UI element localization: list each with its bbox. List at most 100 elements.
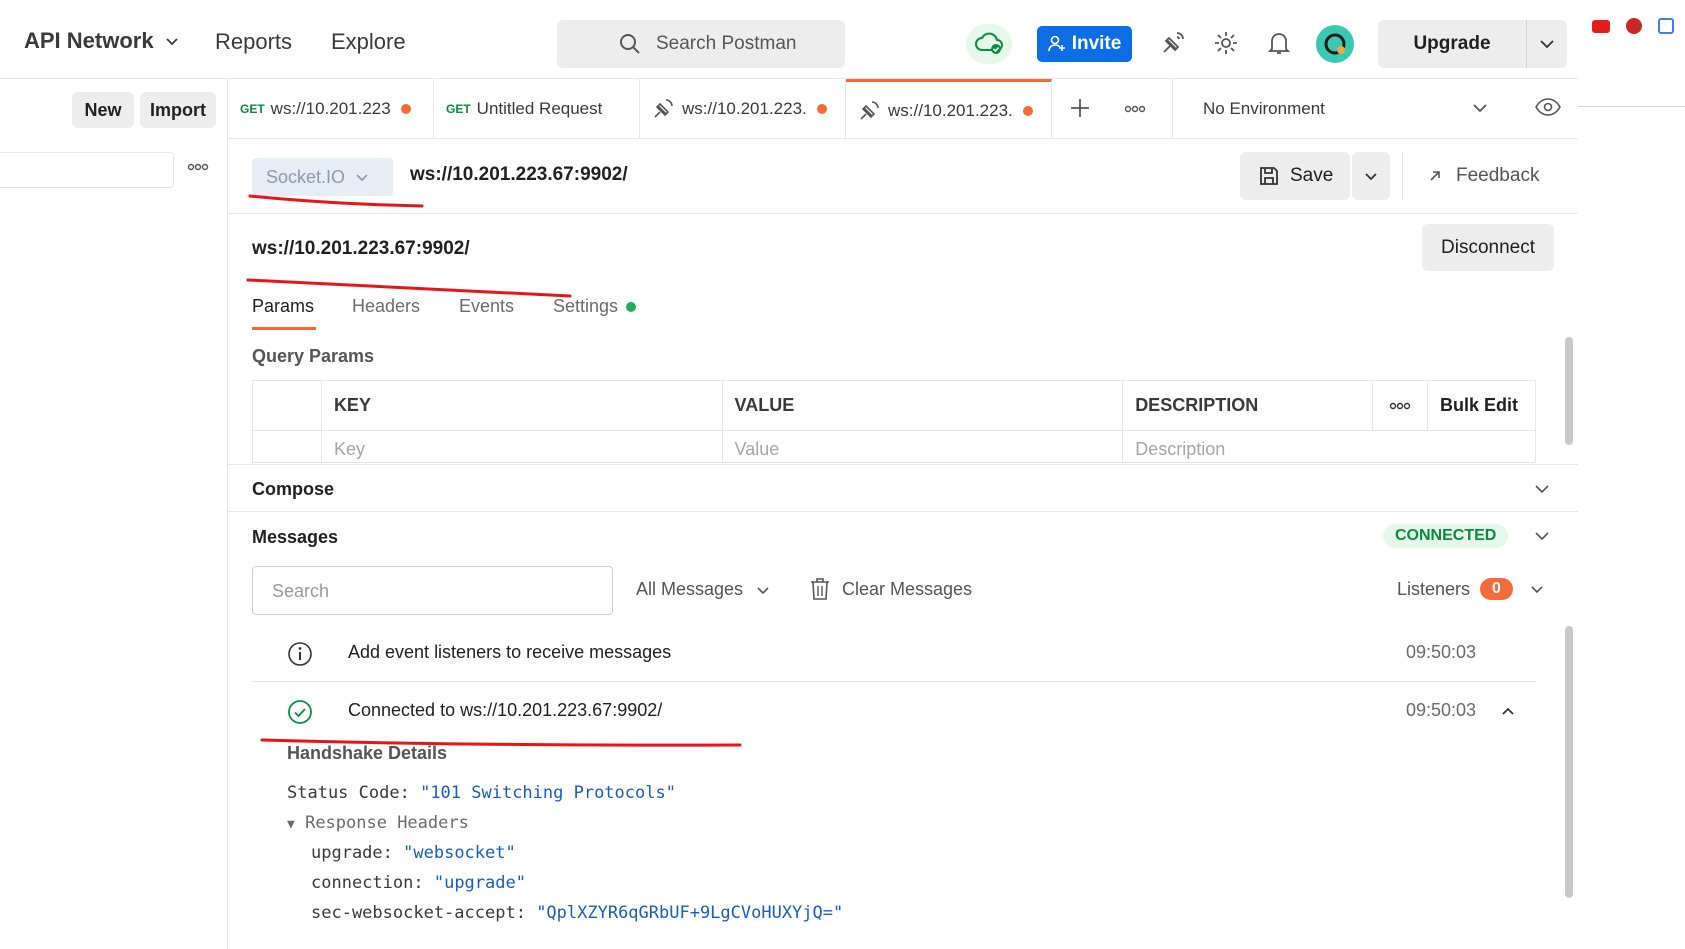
environment-label: No Environment	[1203, 99, 1325, 118]
table-cell	[252, 380, 322, 431]
column-value: VALUE	[721, 380, 1124, 431]
tab-settings[interactable]: Settings	[553, 296, 637, 317]
tab-request-3[interactable]: ws://10.201.223.	[640, 79, 846, 139]
triangle-down-icon: ▼	[287, 817, 295, 832]
check-circle-icon	[287, 699, 313, 725]
search-icon	[619, 33, 641, 55]
scrollbar[interactable]	[1565, 626, 1573, 898]
nav-reports[interactable]: Reports	[215, 29, 292, 55]
tab-events[interactable]: Events	[459, 296, 514, 317]
chevron-down-icon	[755, 582, 771, 598]
header-row: sec-websocket-accept: "QplXZYR6qGRbUF+9L…	[311, 903, 843, 923]
clear-messages-button[interactable]: Clear Messages	[810, 577, 972, 601]
invite-button[interactable]: Invite	[1037, 26, 1132, 62]
import-label: Import	[150, 99, 206, 120]
chevron-down-icon	[1529, 581, 1545, 597]
response-headers-label: Response Headers	[305, 813, 469, 833]
workspace-label: API Network	[24, 28, 154, 53]
plus-icon[interactable]	[1069, 97, 1091, 119]
browser-extension-area	[1578, 0, 1685, 949]
disconnect-button[interactable]: Disconnect	[1422, 224, 1554, 271]
list-item[interactable]: Add event listeners to receive messages …	[252, 624, 1536, 682]
url-input[interactable]: ws://10.201.223.67:9902/	[410, 164, 628, 186]
table-options[interactable]	[1372, 380, 1429, 431]
header-key: sec-websocket-accept:	[311, 903, 526, 923]
invite-label: Invite	[1071, 33, 1122, 54]
environment-selector[interactable]: No Environment	[1173, 79, 1578, 139]
header-value: "websocket"	[403, 843, 516, 863]
tab-request-1[interactable]: GET ws://10.201.223	[228, 79, 434, 139]
youtube-icon[interactable]	[1592, 20, 1610, 33]
import-button[interactable]: Import	[140, 92, 216, 128]
value-input[interactable]: Value	[721, 430, 1124, 463]
status-code-row: Status Code: "101 Switching Protocols"	[287, 783, 676, 803]
trash-icon	[810, 577, 830, 601]
save-label: Save	[1290, 165, 1334, 186]
method-badge: GET	[240, 102, 265, 116]
chevron-down-icon[interactable]	[1533, 480, 1551, 498]
key-input[interactable]: Key	[320, 430, 723, 463]
translate-icon[interactable]	[1658, 18, 1674, 34]
status-code-value: "101 Switching Protocols"	[420, 783, 676, 803]
chevron-up-icon[interactable]	[1500, 703, 1516, 719]
protocol-dropdown[interactable]: Socket.IO	[252, 158, 393, 196]
save-button[interactable]: Save	[1240, 152, 1350, 200]
chevron-down-icon	[1363, 168, 1379, 184]
workspace-menu[interactable]: API Network	[24, 28, 180, 54]
table-header-row: KEY VALUE DESCRIPTION Bulk Edit	[252, 380, 1536, 431]
upgrade-label: Upgrade	[1413, 33, 1491, 54]
more-icon[interactable]	[1124, 105, 1146, 113]
table-cell	[252, 430, 322, 463]
tab-request-2[interactable]: GET Untitled Request	[434, 79, 640, 139]
connection-status-badge: CONNECTED	[1383, 524, 1509, 548]
header-row: upgrade: "websocket"	[311, 843, 516, 863]
nav-explore[interactable]: Explore	[331, 29, 406, 55]
add-user-icon	[1047, 35, 1066, 53]
search-placeholder: Search Postman	[656, 33, 797, 54]
new-label: New	[84, 99, 122, 120]
save-options-button[interactable]	[1352, 152, 1390, 200]
settings-indicator-dot	[626, 301, 637, 312]
new-button[interactable]: New	[72, 92, 134, 128]
eye-icon[interactable]	[1535, 97, 1561, 117]
compose-section[interactable]: Compose	[228, 464, 1578, 512]
tab-label: Untitled Request	[476, 99, 603, 118]
cloud-sync-icon[interactable]	[966, 24, 1012, 64]
gear-icon[interactable]	[1213, 30, 1239, 56]
chevron-down-icon[interactable]	[1538, 35, 1556, 53]
avatar[interactable]	[1316, 25, 1354, 63]
header-key: connection:	[311, 873, 424, 893]
tab-headers[interactable]: Headers	[352, 296, 420, 317]
chevron-down-icon	[355, 170, 369, 184]
chevron-down-icon[interactable]	[1533, 527, 1551, 545]
response-headers-toggle[interactable]: ▼ Response Headers	[287, 813, 469, 833]
annotation-underline	[246, 278, 572, 298]
listeners-dropdown[interactable]: Listeners 0	[1397, 578, 1545, 600]
extension-icon[interactable]	[1626, 18, 1642, 34]
column-description: DESCRIPTION	[1122, 380, 1374, 431]
satellite-icon[interactable]	[1160, 30, 1186, 56]
tab-label: ws://10.201.223	[270, 99, 391, 118]
handshake-title: Handshake Details	[287, 743, 448, 763]
search-bar[interactable]: Search Postman	[557, 20, 845, 68]
filter-label: All Messages	[636, 579, 744, 599]
list-item[interactable]: Connected to ws://10.201.223.67:9902/ 09…	[252, 683, 1536, 741]
disconnect-label: Disconnect	[1441, 236, 1535, 258]
message-filter-dropdown[interactable]: All Messages	[636, 579, 771, 600]
sidebar-filter-input[interactable]	[0, 152, 174, 188]
feedback-link[interactable]: Feedback	[1428, 165, 1539, 187]
more-icon[interactable]	[187, 163, 209, 171]
tab-request-4[interactable]: ws://10.201.223.	[846, 79, 1052, 139]
header-row: connection: "upgrade"	[311, 873, 526, 893]
messages-search-input[interactable]: Search	[252, 566, 613, 615]
bulk-edit-button[interactable]: Bulk Edit	[1427, 380, 1536, 431]
upgrade-button[interactable]: Upgrade	[1378, 20, 1567, 68]
tab-params[interactable]: Params	[252, 296, 314, 317]
unsaved-dot	[816, 104, 827, 114]
bell-icon[interactable]	[1267, 30, 1291, 56]
query-params-title: Query Params	[252, 346, 375, 366]
scrollbar[interactable]	[1565, 337, 1573, 445]
description-input[interactable]: Description	[1122, 430, 1536, 463]
info-icon	[287, 641, 313, 667]
arrow-up-right-icon	[1428, 169, 1442, 183]
